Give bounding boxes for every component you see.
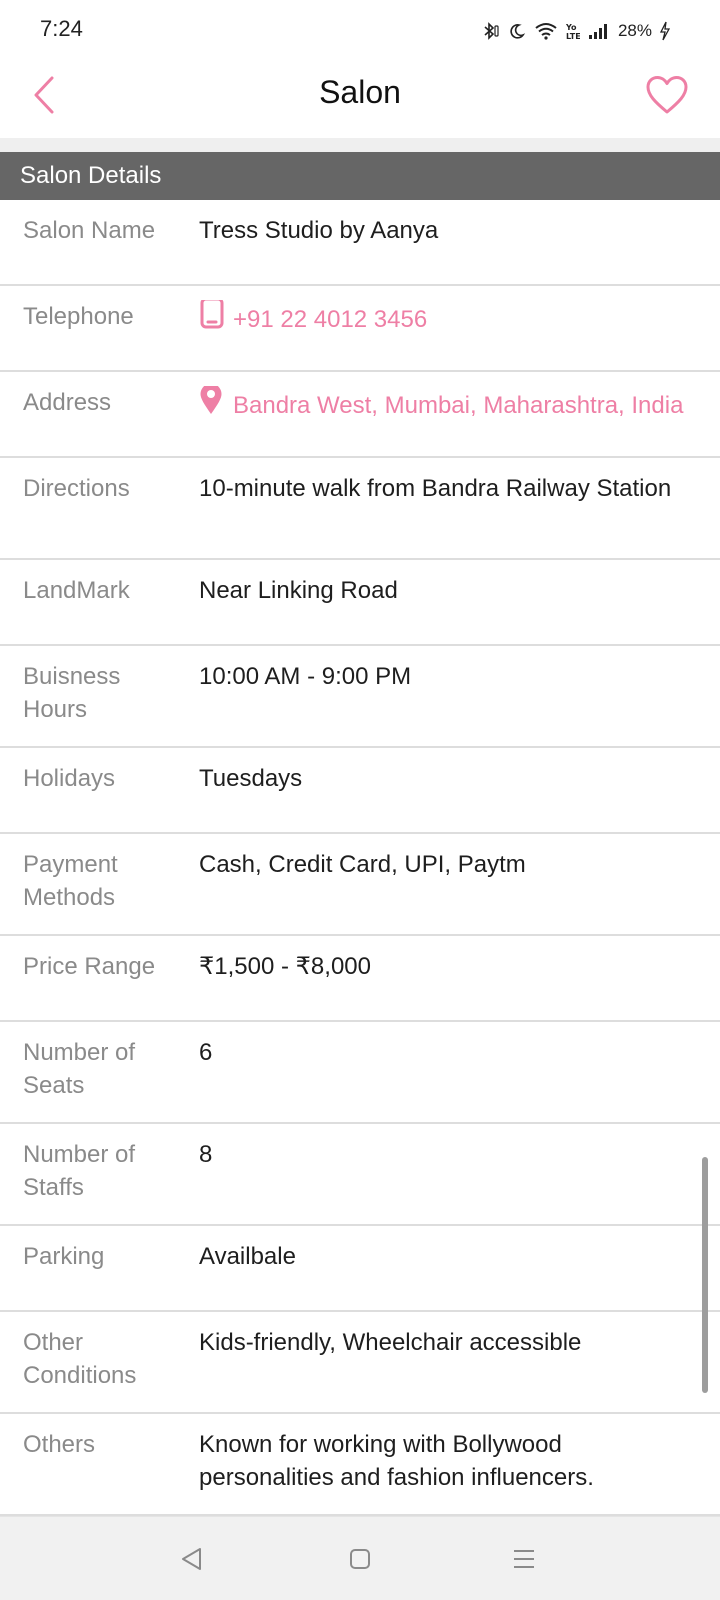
detail-label: Holidays [23,765,116,792]
detail-value: 10:00 AM - 9:00 PM [199,663,412,690]
detail-row-payment-methods: Payment Methods Cash, Credit Card, UPI, … [0,834,720,936]
signal-icon [588,22,610,40]
detail-row-number-of-staffs: Number of Staffs 8 [0,1124,720,1226]
detail-label: Parking [23,1243,105,1270]
status-bar: 7:24 Yo LTE 28% [0,0,720,60]
detail-label: Other Conditions [23,1329,137,1389]
favorite-button[interactable] [642,72,692,122]
detail-row-landmark: LandMark Near Linking Road [0,560,720,646]
nav-menu-button[interactable] [502,1539,546,1583]
detail-row-business-hours: Buisness Hours 10:00 AM - 9:00 PM [0,646,720,748]
detail-label: Address [23,389,112,416]
detail-value: Availbale [199,1243,296,1270]
detail-row-telephone: Telephone +91 22 4012 3456 [0,286,720,372]
detail-label: Salon Name [23,217,156,244]
wifi-icon [534,22,558,40]
detail-label: Number of Staffs [23,1141,136,1201]
detail-value: Tuesdays [199,765,303,792]
volte-icon: Yo LTE [566,21,580,41]
detail-label: Payment Methods [23,851,118,911]
telephone-number: +91 22 4012 3456 [233,305,428,333]
map-pin-icon [199,386,223,424]
header-divider [0,138,720,152]
detail-value: 10-minute walk from Bandra Railway Stati… [199,475,672,502]
detail-value: Kids-friendly, Wheelchair accessible [199,1329,582,1356]
detail-row-price-range: Price Range ₹1,500 - ₹8,000 [0,936,720,1022]
nav-menu-icon [511,1547,537,1576]
detail-row-directions: Directions 10-minute walk from Bandra Ra… [0,458,720,560]
page-title: Salon [319,74,401,110]
detail-value: ₹1,500 - ₹8,000 [199,953,371,980]
detail-row-holidays: Holidays Tuesdays [0,748,720,834]
detail-value: Near Linking Road [199,577,398,604]
detail-row-salon-name: Salon Name Tress Studio by Aanya [0,200,720,286]
detail-value: 6 [199,1039,213,1066]
nav-back-button[interactable] [170,1539,214,1583]
bluetooth-icon [480,21,500,41]
detail-value: Cash, Credit Card, UPI, Paytm [199,851,526,878]
detail-label: Number of Seats [23,1039,136,1099]
system-nav-bar [0,1516,720,1600]
detail-row-parking: Parking Availbale [0,1226,720,1312]
detail-label: Buisness Hours [23,663,121,723]
detail-label: Price Range [23,953,156,980]
detail-value: Known for working with Bollywood persona… [199,1431,594,1491]
phone-icon [199,300,225,338]
svg-text:LTE: LTE [566,32,580,41]
detail-row-address: Address Bandra West, Mumbai, Maharashtra… [0,372,720,458]
moon-icon [508,22,526,40]
detail-value: Tress Studio by Aanya [199,217,439,244]
detail-row-other-conditions: Other Conditions Kids-friendly, Wheelcha… [0,1312,720,1414]
scrollbar[interactable] [702,1157,708,1393]
detail-value: 8 [199,1141,213,1168]
telephone-link[interactable]: +91 22 4012 3456 [199,300,720,341]
nav-back-icon [179,1546,205,1577]
detail-label: Others [23,1431,96,1458]
address-text: Bandra West, Mumbai, Maharashtra, India [233,391,684,419]
section-header: Salon Details [0,152,720,200]
svg-text:Yo: Yo [566,23,577,32]
detail-label: LandMark [23,577,130,604]
detail-row-number-of-seats: Number of Seats 6 [0,1022,720,1124]
detail-label: Directions [23,475,130,502]
salon-details-list: Salon Name Tress Studio by Aanya Telepho… [0,200,720,1516]
battery-charging-icon [660,21,670,41]
battery-percent: 28% [617,21,652,40]
detail-label: Telephone [23,303,134,330]
detail-row-others: Others Known for working with Bollywood … [0,1414,720,1516]
status-time: 7:24 [40,16,83,41]
nav-home-button[interactable] [338,1539,382,1583]
app-header: Salon [0,60,720,138]
nav-home-icon [348,1547,372,1576]
status-icons: Yo LTE 28% [480,18,670,44]
address-link[interactable]: Bandra West, Mumbai, Maharashtra, India [199,386,720,427]
heart-outline-icon [645,75,689,120]
